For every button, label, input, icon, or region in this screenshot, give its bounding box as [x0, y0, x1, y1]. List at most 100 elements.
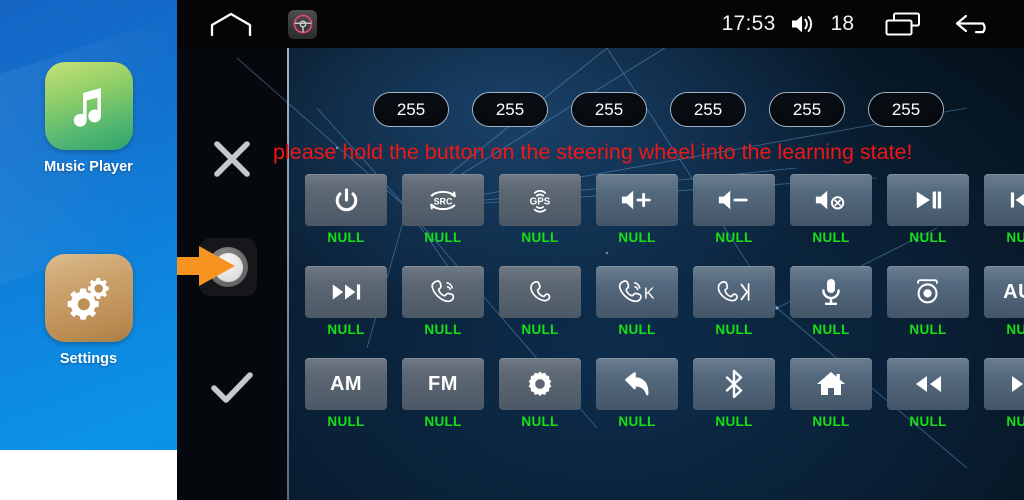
grid-cell-gps[interactable]: GPS NULL — [499, 174, 581, 245]
next-track-button[interactable] — [305, 266, 387, 318]
status-bar: 17:53 18 — [177, 0, 1024, 48]
grid-cell-phone-answer[interactable]: NULL — [402, 266, 484, 337]
gps-button[interactable]: GPS — [499, 174, 581, 226]
assignment-label: NULL — [909, 414, 947, 429]
volume-level: 18 — [830, 12, 854, 35]
assignment-label: NULL — [618, 414, 656, 429]
grid-cell-phone-hangup[interactable]: NULL — [499, 266, 581, 337]
aux-button[interactable]: AUX — [984, 266, 1024, 318]
channel-value-pill[interactable]: 255 — [868, 92, 944, 127]
grid-cell-settings[interactable]: NULL — [499, 358, 581, 429]
music-note-icon — [44, 62, 133, 150]
back-arrow-icon — [622, 370, 652, 398]
assignment-label: NULL — [327, 230, 365, 245]
grid-cell-back[interactable]: NULL — [596, 358, 678, 429]
phone-answer-button[interactable] — [402, 266, 484, 318]
assignment-label: NULL — [521, 322, 559, 337]
steering-wheel-icon[interactable] — [288, 9, 317, 39]
grid-cell-volume-down[interactable]: NULL — [693, 174, 775, 245]
app-tile-settings[interactable]: Settings — [0, 254, 177, 367]
grid-cell-fm[interactable]: FM NULL — [402, 358, 484, 429]
phone-answer-k-icon: K — [617, 278, 657, 306]
grid-cell-play-pause[interactable]: NULL — [887, 174, 969, 245]
assignment-label: NULL — [715, 414, 753, 429]
recent-apps-icon[interactable] — [884, 11, 922, 37]
assignment-label: NULL — [1006, 230, 1024, 245]
am-button[interactable]: AM — [305, 358, 387, 410]
grid-row: NULL SRC NULL GPS NULL NULL NULL NULL NU… — [305, 174, 1024, 245]
status-bar-right-cluster: 17:53 18 — [722, 11, 1024, 37]
assignment-label: NULL — [521, 414, 559, 429]
assignment-label: NULL — [812, 230, 850, 245]
play-pause-icon — [913, 188, 943, 212]
bluetooth-button[interactable] — [693, 358, 775, 410]
assignment-label: NULL — [327, 414, 365, 429]
grid-cell-fast-forward[interactable]: NULL — [984, 358, 1024, 429]
grid-cell-volume-up[interactable]: NULL — [596, 174, 678, 245]
steering-wheel-learning-page: 255 255 255 255 255 255 please hold the … — [177, 48, 1024, 500]
grid-cell-previous-track[interactable]: NULL — [984, 174, 1024, 245]
home-outline-icon[interactable] — [210, 11, 252, 37]
grid-cell-mute[interactable]: NULL — [790, 174, 872, 245]
assignment-label: NULL — [424, 230, 462, 245]
src-button[interactable]: SRC — [402, 174, 484, 226]
volume-up-button[interactable] — [596, 174, 678, 226]
phone-hangup-icon — [527, 278, 553, 306]
assignment-label: NULL — [1006, 414, 1024, 429]
fm-button[interactable]: FM — [402, 358, 484, 410]
camera-button[interactable] — [887, 266, 969, 318]
grid-cell-next-track[interactable]: NULL — [305, 266, 387, 337]
previous-track-button[interactable] — [984, 174, 1024, 226]
channel-value-pill[interactable]: 255 — [373, 92, 449, 127]
function-button-grid: NULL SRC NULL GPS NULL NULL NULL NULL NU… — [305, 174, 1024, 429]
back-button[interactable] — [596, 358, 678, 410]
aux-label: AUX — [1003, 280, 1024, 303]
rewind-button[interactable] — [887, 358, 969, 410]
grid-cell-power[interactable]: NULL — [305, 174, 387, 245]
settings-button[interactable] — [499, 358, 581, 410]
rewind-icon — [912, 372, 944, 396]
home-button[interactable] — [790, 358, 872, 410]
microphone-button[interactable] — [790, 266, 872, 318]
assignment-label: NULL — [618, 322, 656, 337]
home-icon — [816, 370, 846, 398]
clock-time: 17:53 — [721, 12, 776, 35]
grid-cell-home[interactable]: NULL — [790, 358, 872, 429]
microphone-icon — [819, 277, 843, 307]
assignment-label: NULL — [812, 322, 850, 337]
volume-icon[interactable] — [790, 13, 817, 35]
assignment-label: NULL — [715, 322, 753, 337]
grid-cell-phone-hangup-arrow[interactable]: NULL — [693, 266, 775, 337]
phone-hangup-button[interactable] — [499, 266, 581, 318]
phone-hangup-arrow-button[interactable] — [693, 266, 775, 318]
channel-value-pill[interactable]: 255 — [769, 92, 845, 127]
grid-cell-camera[interactable]: NULL — [887, 266, 969, 337]
app-label-music-player: Music Player — [44, 159, 133, 175]
play-pause-button[interactable] — [887, 174, 969, 226]
phone-answer-k-button[interactable]: K — [596, 266, 678, 318]
assignment-label: NULL — [618, 230, 656, 245]
grid-cell-am[interactable]: AM NULL — [305, 358, 387, 429]
assignment-label: NULL — [715, 230, 753, 245]
channel-value-pill[interactable]: 255 — [670, 92, 746, 127]
grid-cell-microphone[interactable]: NULL — [790, 266, 872, 337]
grid-cell-phone-answer-k[interactable]: K NULL — [596, 266, 678, 337]
confirm-button[interactable] — [203, 360, 261, 418]
grid-cell-rewind[interactable]: NULL — [887, 358, 969, 429]
mute-button[interactable] — [790, 174, 872, 226]
channel-value-pill[interactable]: 255 — [472, 92, 548, 127]
volume-down-button[interactable] — [693, 174, 775, 226]
vertical-divider — [287, 48, 289, 500]
power-button[interactable] — [305, 174, 387, 226]
cancel-button[interactable] — [203, 130, 261, 188]
assignment-label: NULL — [909, 230, 947, 245]
power-icon — [333, 187, 360, 214]
grid-cell-aux[interactable]: AUX NULL — [984, 266, 1024, 337]
back-arrow-icon[interactable] — [954, 11, 996, 37]
channel-value-pill[interactable]: 255 — [571, 92, 647, 127]
grid-cell-bluetooth[interactable]: NULL — [693, 358, 775, 429]
fast-forward-button[interactable] — [984, 358, 1024, 410]
gears-icon — [44, 254, 133, 342]
app-tile-music-player[interactable]: Music Player — [0, 62, 177, 175]
grid-cell-src[interactable]: SRC NULL — [402, 174, 484, 245]
